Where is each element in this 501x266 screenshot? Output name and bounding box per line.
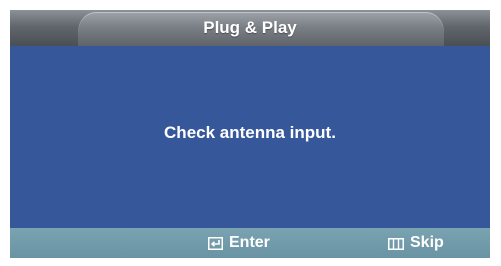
enter-icon: [208, 236, 223, 250]
status-message: Check antenna input.: [164, 123, 336, 142]
skip-hint[interactable]: Skip: [388, 234, 444, 252]
menu-icon: [388, 237, 404, 250]
dialog-footer: Enter Skip: [10, 228, 490, 258]
dialog-header: Plug & Play: [10, 10, 490, 46]
enter-hint[interactable]: Enter: [208, 234, 270, 252]
message-panel: Check antenna input.: [10, 46, 490, 228]
skip-label: Skip: [410, 234, 444, 251]
dialog-title: Plug & Play: [203, 18, 297, 37]
enter-label: Enter: [229, 234, 270, 251]
